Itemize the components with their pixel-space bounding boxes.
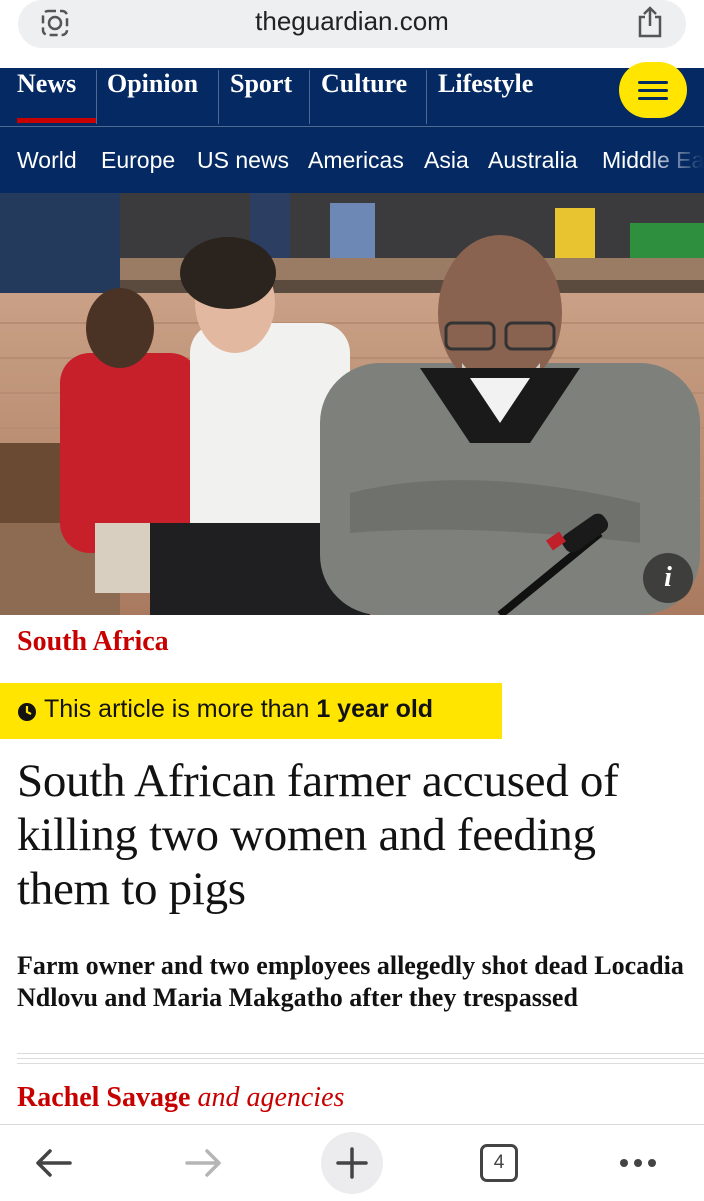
image-caption-info-button[interactable]: i [643,553,693,603]
forward-arrow-icon[interactable] [171,1131,235,1195]
article-age-warning: This article is more than 1 year old [0,683,502,739]
article-standfirst: Farm owner and two employees allegedly s… [17,951,684,1012]
article-main-image [0,193,704,615]
share-icon[interactable] [636,6,664,38]
address-bar[interactable]: theguardian.com [18,0,686,48]
subnav-item-asia[interactable]: Asia [424,147,469,174]
subnav-item-americas[interactable]: Americas [308,147,404,174]
nav-divider [426,70,427,124]
article-headline: South African farmer accused of killing … [17,755,619,915]
byline-author-link[interactable]: Rachel Savage [17,1082,190,1113]
nav-pillar-sport[interactable]: Sport [230,68,292,126]
byline-agencies: and agencies [197,1082,345,1113]
hamburger-menu-icon[interactable] [619,62,687,118]
browser-toolbar: 4 [0,1124,704,1201]
nav-divider [309,70,310,124]
nav-pillar-opinion[interactable]: Opinion [107,68,198,126]
divider [17,1053,704,1054]
tab-switcher-icon[interactable]: 4 [480,1144,518,1182]
subnav-item-world[interactable]: World [17,147,77,174]
browser-address-area: theguardian.com [0,0,704,68]
section-label[interactable]: South Africa [17,626,169,658]
new-tab-plus-icon [336,1147,368,1179]
clock-icon [18,703,36,721]
age-warning-text: This article is more than 1 year old [44,695,433,724]
divider [17,1058,704,1059]
sub-nav: World Europe US news Americas Asia Austr… [0,126,704,194]
back-arrow-icon[interactable] [22,1131,86,1195]
subnav-item-europe[interactable]: Europe [101,147,175,174]
byline: Rachel Savage and agencies [17,1082,344,1114]
age-warning-duration: 1 year old [316,695,434,723]
subnav-item-australia[interactable]: Australia [488,147,577,174]
nav-pillar-culture[interactable]: Culture [321,68,407,126]
nav-pillar-lifestyle[interactable]: Lifestyle [438,68,533,126]
new-tab-button[interactable] [321,1132,383,1194]
active-pillar-indicator [17,118,96,123]
nav-divider [218,70,219,124]
url-text[interactable]: theguardian.com [18,6,686,37]
more-options-icon[interactable] [606,1131,670,1195]
subnav-item-us-news[interactable]: US news [197,147,289,174]
primary-nav: News Opinion Sport Culture Lifestyle [0,68,704,126]
nav-divider [96,70,97,124]
age-warning-prefix: This article is more than [44,695,317,723]
subnav-fade [644,127,704,194]
courtroom-photo [0,193,704,615]
divider [17,1063,704,1064]
